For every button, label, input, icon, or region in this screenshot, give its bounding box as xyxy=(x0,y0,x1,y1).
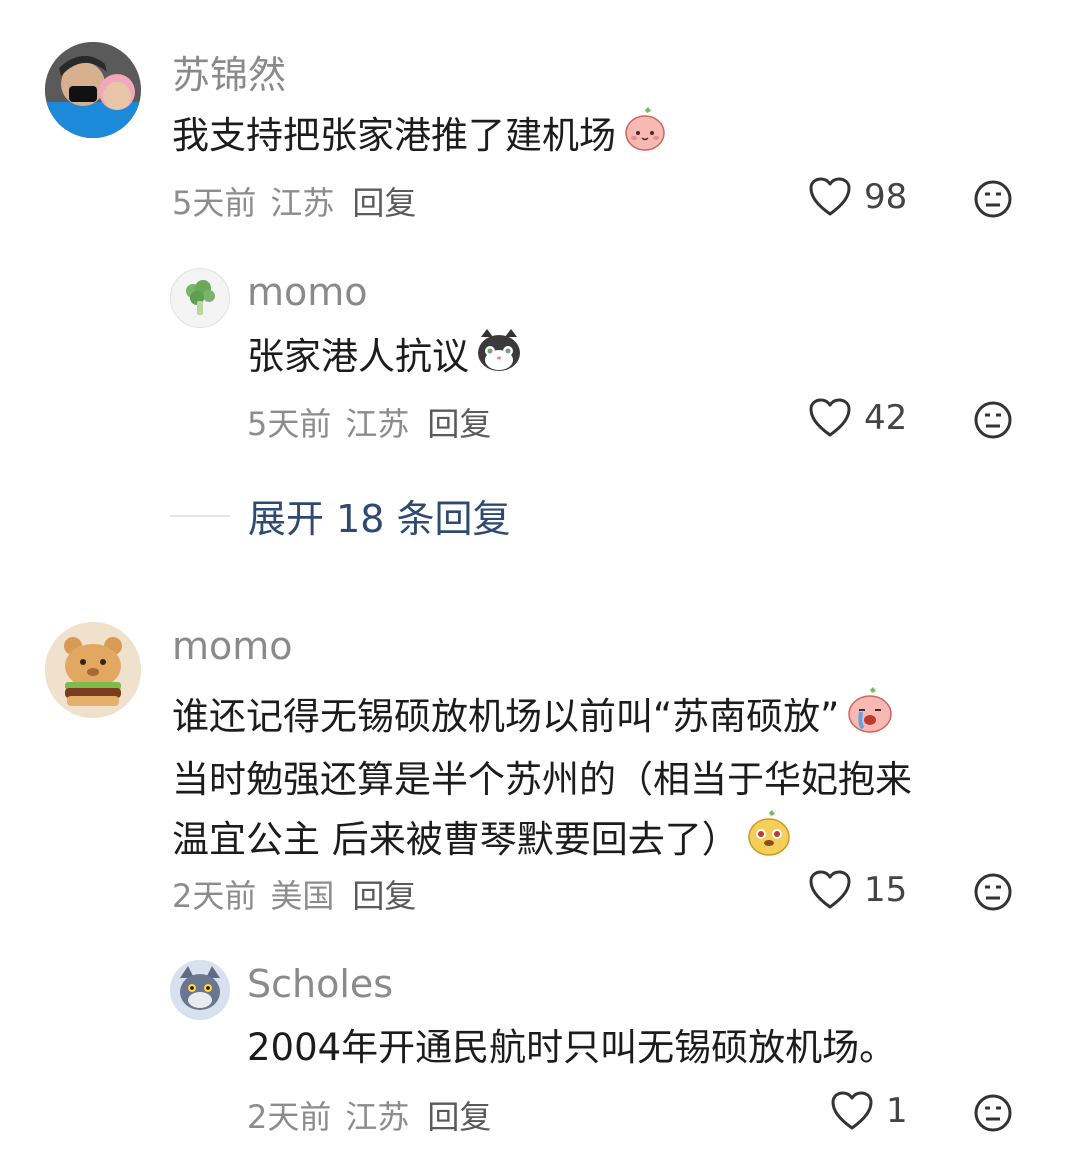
username[interactable]: momo xyxy=(247,270,368,314)
username[interactable]: 苏锦然 xyxy=(172,44,286,99)
crying-peach-emoji xyxy=(845,686,895,751)
heart-icon xyxy=(831,1091,873,1130)
heart-icon xyxy=(809,177,851,216)
avatar[interactable] xyxy=(170,268,230,328)
heart-icon xyxy=(809,870,851,909)
location: 美国 xyxy=(270,877,335,915)
timestamp: 5天前 xyxy=(172,184,257,222)
reply-button[interactable]: 回复 xyxy=(352,184,416,222)
comment-meta: 2天前 美国 回复 xyxy=(172,871,430,917)
comment-meta: 5天前 江苏 回复 xyxy=(172,178,430,224)
like-count: 1 xyxy=(886,1091,908,1131)
comment-text: 张家港人抗议 xyxy=(247,327,523,390)
peach-face-emoji xyxy=(622,106,668,169)
timestamp: 2天前 xyxy=(247,1098,332,1136)
comment-meta: 2天前 江苏 回复 xyxy=(247,1092,505,1138)
username[interactable]: Scholes xyxy=(247,962,393,1006)
timestamp: 2天前 xyxy=(172,877,257,915)
comment-meta: 5天前 江苏 回复 xyxy=(247,399,505,445)
dislike-face-icon[interactable] xyxy=(973,179,1013,219)
username[interactable]: momo xyxy=(172,624,293,668)
expand-replies-button[interactable]: 展开 18 条回复 xyxy=(170,488,511,543)
broccoli-icon xyxy=(186,280,215,315)
like-count: 98 xyxy=(864,177,908,217)
location: 江苏 xyxy=(270,184,335,222)
divider xyxy=(170,514,230,517)
comment-text: 2004年开通民航时只叫无锡硕放机场。 xyxy=(247,1026,897,1069)
dislike-face-icon[interactable] xyxy=(973,400,1013,440)
comment-text: 谁还记得无锡硕放机场以前叫“苏南硕放” 当时勉强还算是半个苏州的（相当于华妃抱来… xyxy=(172,686,912,874)
reply-button[interactable]: 回复 xyxy=(427,405,491,443)
avatar[interactable] xyxy=(170,960,230,1020)
like-button[interactable]: 1 xyxy=(830,1090,908,1132)
avatar[interactable] xyxy=(45,622,141,718)
reply-button[interactable]: 回复 xyxy=(352,877,416,915)
dislike-face-icon[interactable] xyxy=(973,872,1013,912)
reply-button[interactable]: 回复 xyxy=(427,1098,491,1136)
location: 江苏 xyxy=(345,405,410,443)
expand-replies-label: 展开 18 条回复 xyxy=(248,497,511,541)
like-count: 42 xyxy=(864,398,908,438)
location: 江苏 xyxy=(345,1098,410,1136)
timestamp: 5天前 xyxy=(247,405,332,443)
avatar[interactable] xyxy=(45,42,141,138)
like-button[interactable]: 42 xyxy=(808,397,907,439)
cat-face-emoji xyxy=(475,327,523,390)
comment-text: 我支持把张家港推了建机场 xyxy=(172,106,668,169)
dog-face-emoji xyxy=(745,809,793,874)
dislike-face-icon[interactable] xyxy=(973,1093,1013,1133)
like-button[interactable]: 15 xyxy=(808,869,907,911)
like-button[interactable]: 98 xyxy=(808,176,907,218)
like-count: 15 xyxy=(864,870,908,910)
heart-icon xyxy=(809,398,851,437)
